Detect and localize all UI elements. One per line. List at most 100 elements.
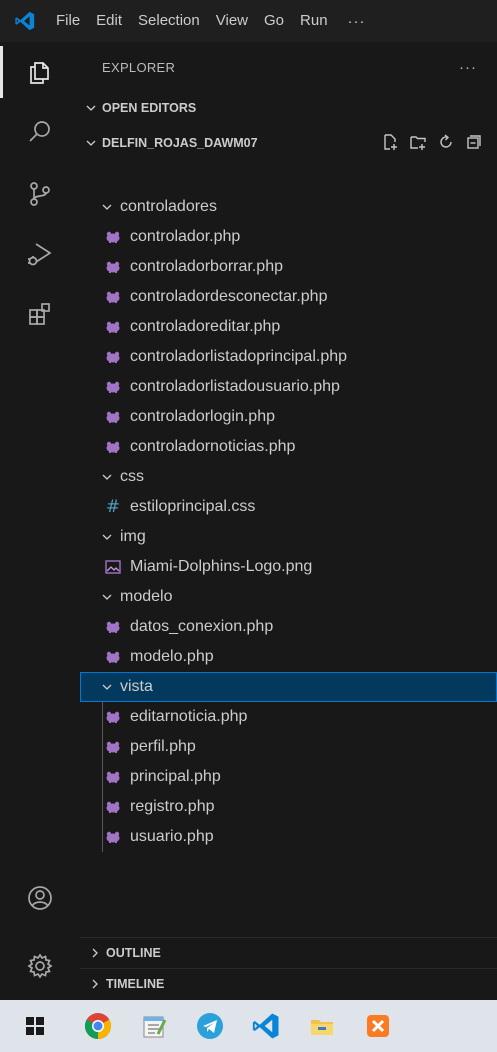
menu-file[interactable]: File [50,0,88,42]
tree-file[interactable]: usuario.php [80,822,497,852]
tree-file[interactable]: registro.php [80,792,497,822]
run-debug-icon[interactable] [0,224,80,284]
php-file-icon [104,348,122,366]
file-label: editarnoticia.php [130,708,248,725]
open-editors-section[interactable]: OPEN EDITORS [80,94,497,122]
project-section[interactable]: DELFIN_ROJAS_DAWM07 [80,129,497,157]
file-label: controladorlistadoprincipal.php [130,348,348,365]
search-icon[interactable] [0,102,80,162]
tree-file[interactable]: controladorborrar.php [80,252,497,282]
php-file-icon [104,288,122,306]
file-label: Miami-Dolphins-Logo.png [130,558,313,575]
menu-selection[interactable]: Selection [130,0,208,42]
menu-view[interactable]: View [208,0,256,42]
telegram-icon[interactable] [182,1000,238,1052]
source-control-icon[interactable] [0,164,80,224]
tree-file[interactable]: controladornoticias.php [80,432,497,462]
php-file-icon [104,648,122,666]
vscode-taskbar-icon[interactable] [238,1000,294,1052]
tree-file[interactable]: perfil.php [80,732,497,762]
tree-file[interactable]: controladorlistadoprincipal.php [80,342,497,372]
title-bar: File Edit Selection View Go Run ··· [0,0,497,42]
tree-file[interactable]: controlador.php [80,222,497,252]
windows-start-icon[interactable] [0,1000,70,1052]
tree-folder-controladores[interactable]: controladores [80,192,497,222]
new-file-icon[interactable] [381,133,399,154]
explorer-header: EXPLORER ··· [80,42,497,92]
php-file-icon [104,618,122,636]
menu-more-button[interactable]: ··· [336,13,378,30]
menu-edit[interactable]: Edit [88,0,130,42]
php-file-icon [104,828,122,846]
chevron-down-icon [98,681,116,693]
file-label: controladordesconectar.php [130,288,328,305]
tree-file[interactable]: modelo.php [80,642,497,672]
account-icon[interactable] [0,868,80,928]
collapse-all-icon[interactable] [465,133,483,154]
file-label: controladoreditar.php [130,318,281,335]
php-file-icon [104,258,122,276]
open-editors-label: OPEN EDITORS [102,101,197,115]
file-label: controladornoticias.php [130,438,296,455]
chrome-icon[interactable] [70,1000,126,1052]
tree-file[interactable]: # estiloprincipal.css [80,492,497,522]
tree-file[interactable]: principal.php [80,762,497,792]
extensions-icon[interactable] [0,284,80,344]
php-file-icon [104,318,122,336]
explorer-more-button[interactable]: ··· [459,59,477,76]
chevron-down-icon [98,531,116,543]
outline-section[interactable]: OUTLINE [80,937,497,967]
tree-file[interactable]: controladorlistadousuario.php [80,372,497,402]
php-file-icon [104,228,122,246]
tree-folder-modelo[interactable]: modelo [80,582,497,612]
tree-file[interactable]: controladordesconectar.php [80,282,497,312]
project-actions [381,129,483,157]
settings-gear-icon[interactable] [0,936,80,996]
explorer-sidebar: EXPLORER ··· OPEN EDITORS DELFIN_ROJAS_D… [80,42,497,1000]
css-file-icon: # [105,497,121,517]
outline-label: OUTLINE [106,945,161,960]
file-label: registro.php [130,798,215,815]
file-label: modelo.php [130,648,214,665]
tree-file[interactable]: editarnoticia.php [80,702,497,732]
tree-file[interactable]: controladoreditar.php [80,312,497,342]
file-label: datos_conexion.php [130,618,274,635]
menu-run[interactable]: Run [292,0,336,42]
tree-folder-img[interactable]: img [80,522,497,552]
tree-file[interactable]: datos_conexion.php [80,612,497,642]
file-label: controladorborrar.php [130,258,283,275]
folder-label: img [120,528,146,545]
xampp-icon[interactable] [350,1000,406,1052]
tree-file[interactable]: controladorlogin.php [80,402,497,432]
indent-guide [102,702,103,852]
php-file-icon [104,768,122,786]
file-label: estiloprincipal.css [130,498,256,515]
activity-bar [0,42,80,1000]
chevron-down-icon [98,591,116,603]
php-file-icon [104,738,122,756]
file-tree: controladores controlador.php controladorb… [80,192,497,852]
file-label: perfil.php [130,738,196,755]
chevron-right-icon [84,978,106,990]
file-explorer-icon[interactable] [294,1000,350,1052]
php-file-icon [104,798,122,816]
tree-folder-css[interactable]: css [80,462,497,492]
refresh-icon[interactable] [437,133,455,154]
php-file-icon [104,378,122,396]
folder-label: css [120,468,144,485]
vscode-logo-icon [0,0,50,42]
file-label: usuario.php [130,828,214,845]
folder-label: vista [120,678,153,695]
explorer-title: EXPLORER [102,59,176,75]
php-file-icon [104,408,122,426]
notepad-icon[interactable] [126,1000,182,1052]
explorer-icon[interactable] [0,42,80,102]
project-label: DELFIN_ROJAS_DAWM07 [102,136,258,150]
image-file-icon [104,558,122,576]
menu-go[interactable]: Go [256,0,292,42]
tree-folder-vista[interactable]: vista [80,672,497,702]
timeline-section[interactable]: TIMELINE [80,968,497,998]
php-file-icon [104,708,122,726]
new-folder-icon[interactable] [409,133,427,154]
tree-file[interactable]: Miami-Dolphins-Logo.png [80,552,497,582]
